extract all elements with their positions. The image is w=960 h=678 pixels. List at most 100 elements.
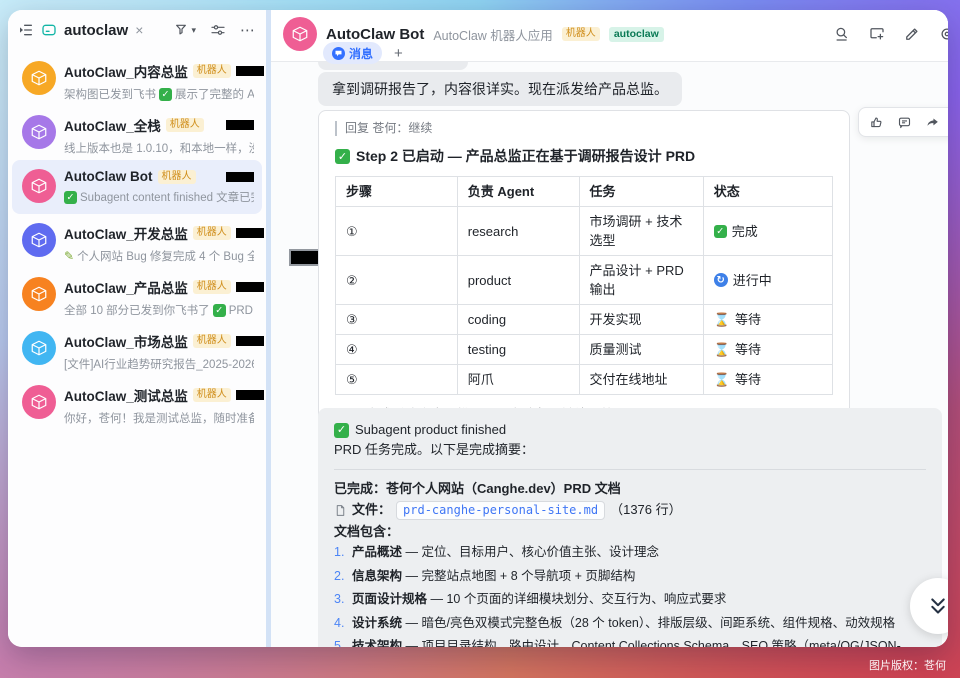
redacted-timestamp [236, 282, 264, 292]
redacted-timestamp [236, 66, 264, 76]
conversation-item[interactable]: AutoClaw_开发总监机器人 ✎个人网站 Bug 修复完成 4 个 Bug … [12, 214, 262, 268]
conversation-item[interactable]: AutoClaw_测试总监机器人 你好，苍何！我是测试总监，随时准备接… [12, 376, 262, 430]
collapse-sidebar-icon[interactable] [18, 22, 34, 38]
check-icon: ✓ [159, 88, 172, 101]
bot-badge: 机器人 [562, 27, 600, 41]
chat-subtitle: AutoClaw 机器人应用 [433, 25, 552, 44]
message-preview: ✓Subagent content finished 文章已完… [64, 189, 254, 205]
message-preview: 线上版本也是 1.0.10，和本地一样，没有… [64, 140, 254, 156]
add-tab-icon[interactable]: + [394, 45, 403, 62]
chat-tabs: 消息 + [323, 42, 403, 64]
sidebar-header: autoclaw × ▾ ⋯ [8, 10, 266, 50]
summary-card: ✓ Subagent product finished PRD 任务完成。以下是… [318, 408, 942, 647]
thumbs-up-icon[interactable] [869, 115, 884, 130]
list-item: 4.设计系统 — 暗色/亮色双模式完整色板（28 个 token）、排版层级、间… [334, 614, 926, 633]
sort-sliders-icon[interactable] [210, 22, 226, 38]
list-item: 2.信息架构 — 完整站点地图 + 8 个导航项 + 页脚结构 [334, 567, 926, 586]
table-header-row: 步骤 负责 Agent 任务 状态 [336, 177, 833, 207]
image-copyright: 图片版权：苍何 [869, 657, 946, 673]
bot-badge: 机器人 [193, 64, 231, 78]
file-page-icon [334, 504, 347, 517]
conversation-item[interactable]: AutoClaw_产品总监机器人 全部 10 部分已发到你飞书了✓PRD 太… [12, 268, 262, 322]
redacted-timestamp [226, 120, 254, 130]
conversation-item[interactable]: AutoClaw_全栈机器人 线上版本也是 1.0.10，和本地一样，没有… [12, 106, 262, 160]
file-row: 文件： prd-canghe-personal-site.md （1376 行） [334, 500, 926, 520]
bot-avatar [22, 385, 56, 419]
table-row: ④ testing 质量测试 ⌛等待 [336, 335, 833, 365]
forward-icon[interactable] [925, 115, 940, 130]
double-chevron-down-icon [925, 593, 948, 619]
table-row: ③ coding 开发实现 ⌛等待 [336, 305, 833, 335]
conversation-item[interactable]: AutoClaw_市场总监机器人 [文件]AI行业趋势研究报告_2025-202… [12, 322, 262, 376]
conversation-name: AutoClaw_全栈 [64, 115, 161, 135]
bot-badge: 机器人 [166, 118, 204, 132]
check-icon: ✓ [213, 304, 226, 317]
message-bubble: 拿到调研报告了，内容很详实。现在派发给产品总监。 [318, 72, 682, 106]
screenshot-canvas: autoclaw × ▾ ⋯ [0, 0, 960, 678]
conversation-name: AutoClaw_内容总监 [64, 61, 188, 81]
bot-badge: 机器人 [193, 226, 231, 240]
steps-table: 步骤 负责 Agent 任务 状态 ① research 市场调研 + 技术选型… [335, 176, 833, 395]
close-icon[interactable]: × [135, 22, 143, 38]
bot-badge: 机器人 [193, 280, 231, 294]
bot-badge: 机器人 [158, 170, 196, 184]
table-row: ⑤ 阿爪 交付在线地址 ⌛等待 [336, 365, 833, 395]
tag-badge: autoclaw [609, 27, 664, 42]
conversation-item-selected[interactable]: AutoClaw Bot 机器人 ✓Subagent content finish… [12, 160, 262, 214]
redacted-timestamp [236, 336, 264, 346]
table-row: ① research 市场调研 + 技术选型 ✓完成 [336, 207, 833, 256]
bot-badge: 机器人 [193, 388, 231, 402]
more-icon[interactable]: ⋯ [240, 21, 256, 39]
check-icon: ✓ [334, 423, 349, 438]
document-outline-list: 1.产品概述 — 定位、目标用户、核心价值主张、设计理念 2.信息架构 — 完整… [334, 543, 926, 647]
list-item: 5.技术架构 — 项目目录结构、路由设计、Content Collections… [334, 637, 926, 647]
sync-icon: ↻ [714, 273, 728, 287]
table-row: ② product 产品设计 + PRD 输出 ↻进行中 [336, 256, 833, 305]
contains-label: 文档包含： [334, 522, 926, 542]
message-preview: 架构图已发到飞书✓展示了完整的 Age… [64, 86, 254, 102]
bot-avatar [22, 331, 56, 365]
message-preview: ✎个人网站 Bug 修复完成 4 个 Bug 全… [64, 248, 254, 264]
reply-comment-icon[interactable] [897, 115, 912, 130]
conversation-item[interactable]: AutoClaw_内容总监机器人 架构图已发到飞书✓展示了完整的 Age… [12, 52, 262, 106]
app-window: autoclaw × ▾ ⋯ [8, 10, 948, 647]
message-preview: 你好，苍何！我是测试总监，随时准备接… [64, 410, 254, 426]
message-preview: [文件]AI行业趋势研究报告_2025-2026.… [64, 356, 254, 372]
chat-title: AutoClaw Bot [326, 26, 424, 43]
filter-funnel-icon[interactable]: ▾ [174, 22, 196, 38]
reply-quote[interactable]: 回复 苍何：继续 [335, 121, 833, 136]
open-window-plus-icon[interactable] [868, 25, 886, 43]
file-meta: （1376 行） [610, 500, 682, 520]
check-icon: ✓ [714, 225, 727, 238]
filter-tag-label: autoclaw [64, 22, 128, 39]
bot-avatar [22, 115, 56, 149]
summary-done-title: 已完成：苍何个人网站（Canghe.dev）PRD 文档 [334, 479, 926, 499]
chat-header: AutoClaw Bot AutoClaw 机器人应用 机器人 autoclaw [271, 10, 948, 62]
chat-header-actions [833, 25, 948, 43]
tab-messages[interactable]: 消息 [323, 42, 382, 64]
file-label: 文件： [352, 500, 391, 520]
bot-avatar [22, 277, 56, 311]
chat-main: AutoClaw Bot AutoClaw 机器人应用 机器人 autoclaw [271, 10, 948, 647]
pencil-icon: ✎ [64, 249, 74, 263]
redacted-timestamp [236, 228, 264, 238]
hourglass-icon: ⌛ [714, 343, 730, 356]
search-icon[interactable] [833, 25, 851, 43]
conversation-name: AutoClaw_开发总监 [64, 223, 188, 243]
conversation-name: AutoClaw_市场总监 [64, 331, 188, 351]
sidebar-header-actions: ▾ ⋯ [174, 21, 256, 39]
redacted-timestamp [236, 390, 264, 400]
conversation-sidebar: autoclaw × ▾ ⋯ [8, 10, 266, 647]
bot-avatar [22, 223, 56, 257]
list-item: 3.页面设计规格 — 10 个页面的详细模块划分、交互行为、响应式要求 [334, 590, 926, 609]
settings-gear-icon[interactable] [938, 25, 948, 43]
message-preview: 全部 10 部分已发到你飞书了✓PRD 太… [64, 302, 254, 318]
edit-pencil-icon[interactable] [903, 25, 921, 43]
summary-intro: PRD 任务完成。以下是完成摘要： [334, 440, 926, 460]
conversation-list: AutoClaw_内容总监机器人 架构图已发到飞书✓展示了完整的 Age… Au… [8, 50, 266, 430]
bot-avatar [22, 61, 56, 95]
file-name-chip[interactable]: prd-canghe-personal-site.md [396, 501, 605, 520]
conversation-name: AutoClaw_测试总监 [64, 385, 188, 405]
conversation-name: AutoClaw Bot [64, 169, 153, 184]
bot-badge: 机器人 [193, 334, 231, 348]
